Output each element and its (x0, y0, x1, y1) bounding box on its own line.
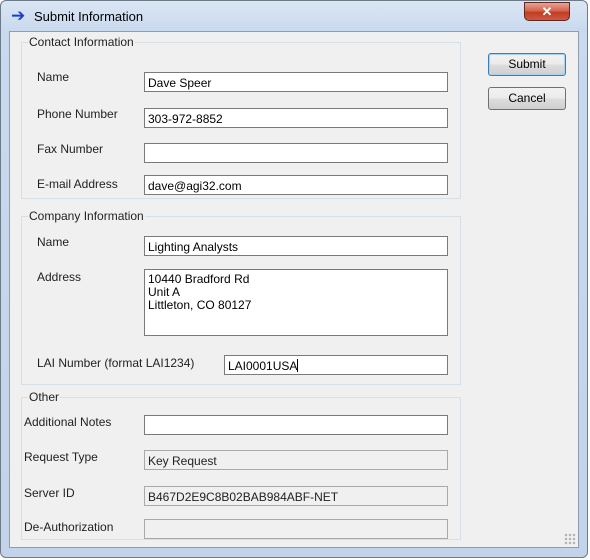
dialog-client-area: Contact Information Name Dave Speer Phon… (9, 31, 579, 548)
address-label: Address (37, 270, 82, 284)
address-textarea[interactable]: 10440 Bradford Rd Unit A Littleton, CO 8… (144, 269, 448, 336)
email-address-label: E-mail Address (37, 177, 118, 191)
fax-number-field[interactable] (144, 143, 448, 163)
request-type-field: Key Request (144, 450, 448, 470)
other-legend: Other (28, 390, 61, 404)
blue-right-arrow-icon: ➔ (11, 6, 26, 25)
contact-name-label: Name (37, 70, 70, 84)
de-authorization-field (144, 519, 448, 539)
fax-number-label: Fax Number (37, 142, 104, 156)
company-name-field[interactable]: Lighting Analysts (144, 236, 448, 256)
close-button[interactable]: ✕ (524, 2, 570, 21)
phone-number-field[interactable]: 303-972-8852 (144, 108, 448, 128)
title-bar[interactable]: ➔ Submit Information ✕ (1, 1, 587, 31)
address-line: 10440 Bradford Rd (148, 272, 250, 286)
lai-number-value: LAI0001USA (228, 359, 298, 373)
server-id-field: B467D2E9C8B02BAB984ABF-NET (144, 486, 448, 506)
cancel-button[interactable]: Cancel (488, 87, 566, 110)
window-title: Submit Information (34, 9, 144, 24)
address-line: Littleton, CO 80127 (148, 298, 252, 312)
submit-information-dialog: ➔ Submit Information ✕ Contact Informati… (0, 0, 588, 558)
additional-notes-label: Additional Notes (24, 415, 112, 429)
company-information-legend: Company Information (28, 209, 145, 223)
contact-information-legend: Contact Information (28, 35, 135, 49)
lai-number-label: LAI Number (format LAI1234) (37, 356, 195, 370)
company-name-label: Name (37, 235, 70, 249)
additional-notes-field[interactable] (144, 415, 448, 435)
lai-number-field[interactable]: LAI0001USA (224, 355, 448, 375)
text-cursor (297, 359, 299, 372)
submit-button[interactable]: Submit (488, 53, 566, 76)
request-type-label: Request Type (24, 450, 98, 464)
other-group: Other Additional Notes Request Type Key … (21, 390, 461, 540)
phone-number-label: Phone Number (37, 107, 118, 121)
contact-information-group: Contact Information Name Dave Speer Phon… (21, 35, 461, 199)
server-id-label: Server ID (24, 486, 75, 500)
email-address-field[interactable]: dave@agi32.com (144, 175, 448, 195)
company-information-group: Company Information Name Lighting Analys… (21, 209, 461, 385)
contact-name-field[interactable]: Dave Speer (144, 72, 448, 92)
de-authorization-label: De-Authorization (24, 520, 114, 534)
resize-grip[interactable] (564, 533, 576, 545)
close-icon: ✕ (541, 4, 553, 19)
